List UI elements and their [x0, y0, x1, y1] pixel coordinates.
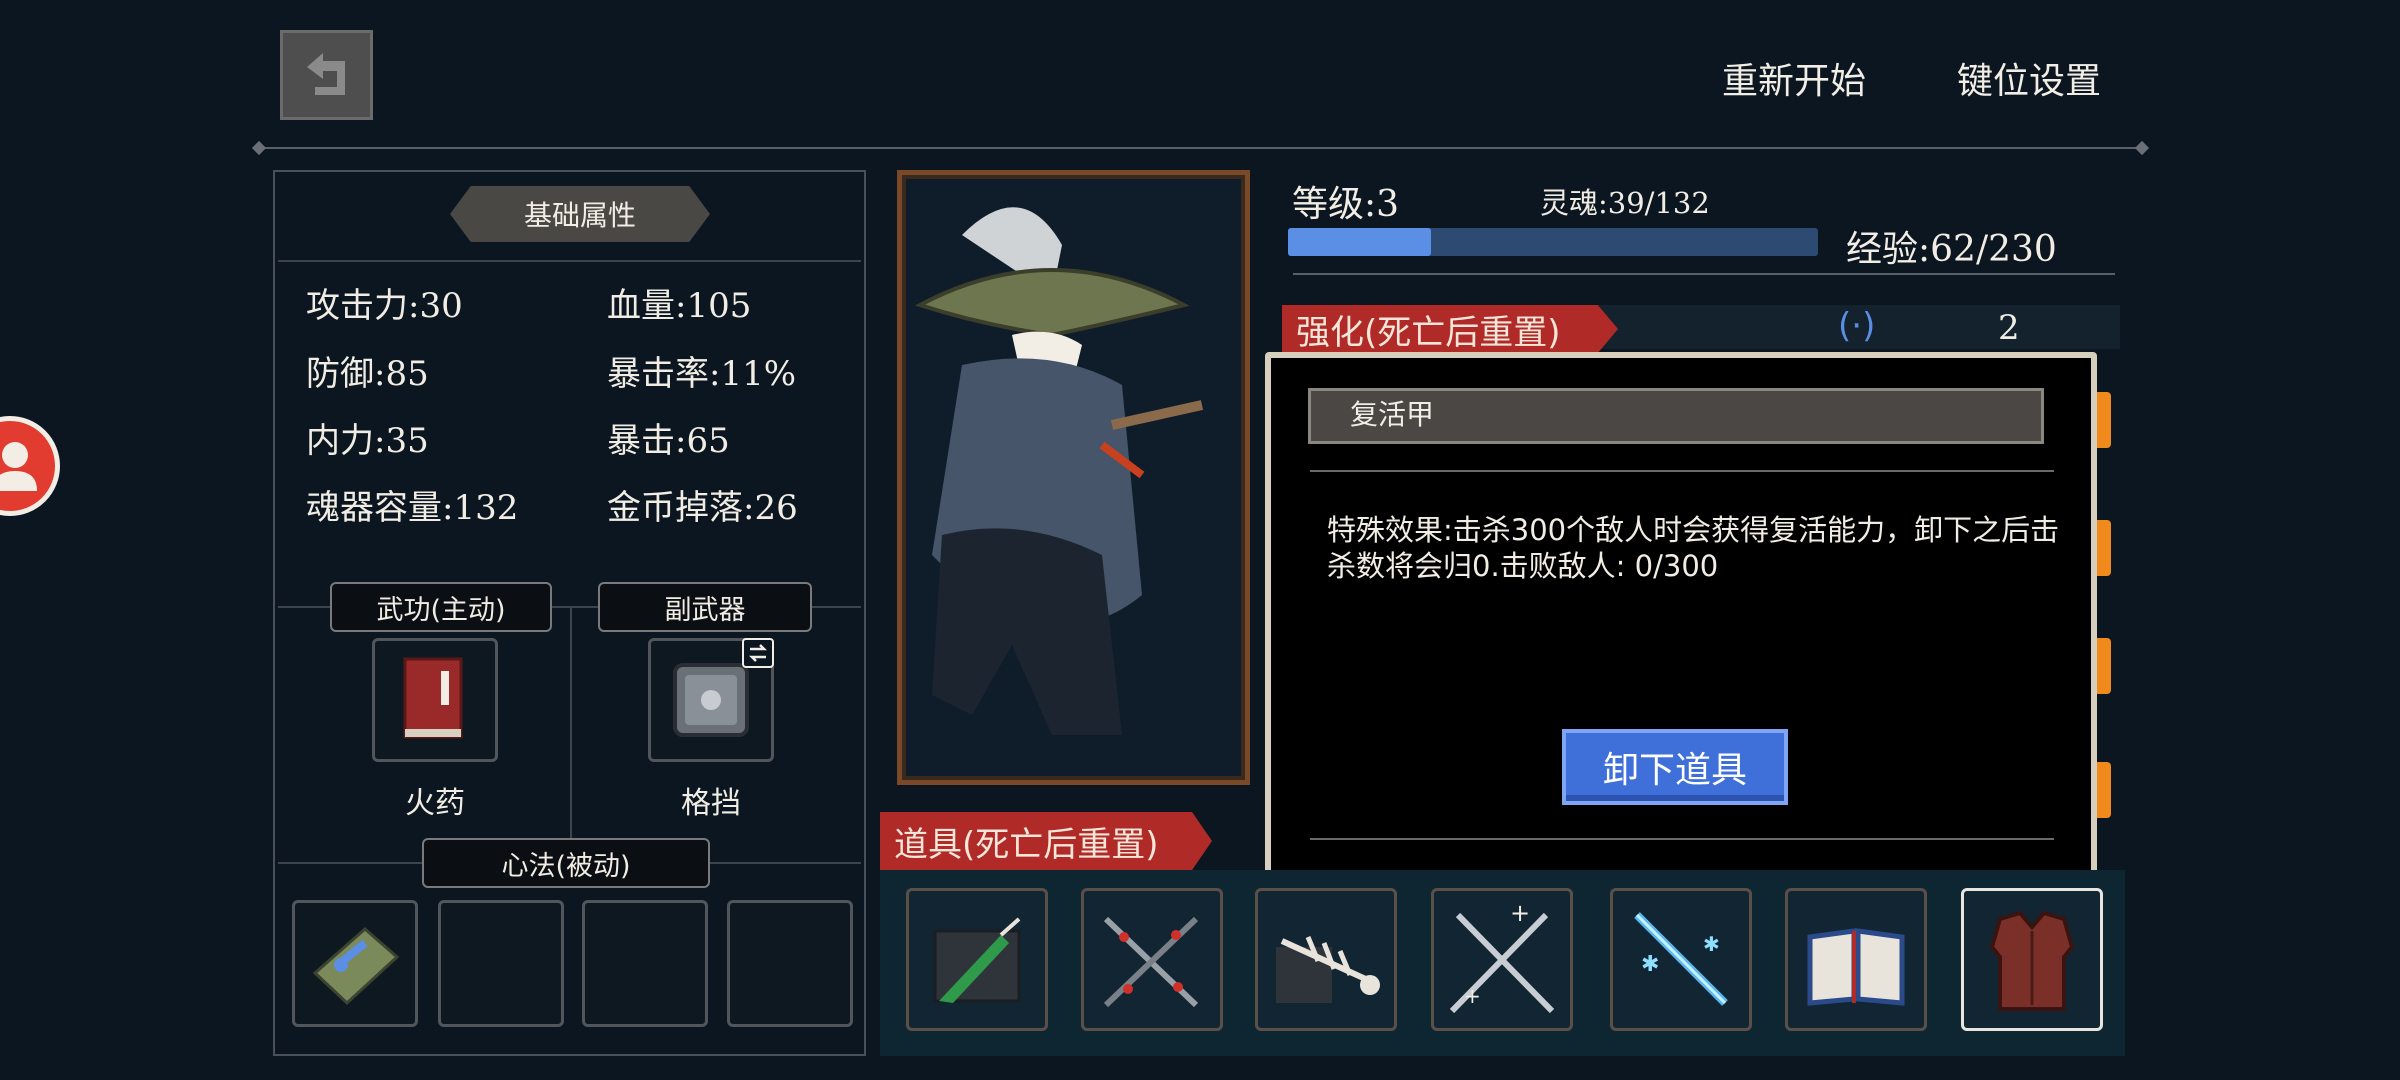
svg-text:+: +: [1510, 899, 1530, 927]
feather-book-icon: [933, 917, 1021, 1003]
fish-bone-icon: [1276, 936, 1380, 1003]
unequip-button[interactable]: 卸下道具: [1562, 729, 1788, 805]
stat-gold-drop: 金币掉落:26: [607, 488, 798, 528]
stats-divider: [1293, 273, 2115, 275]
stat-hp: 血量:105: [607, 286, 752, 326]
back-button[interactable]: [280, 30, 373, 120]
divider-end-right: [2134, 140, 2150, 156]
side-avatar-button[interactable]: [0, 416, 60, 516]
svg-text:✱: ✱: [1641, 952, 1659, 977]
passive-slot-4[interactable]: [727, 900, 853, 1027]
martial-arts-label: 武功(主动): [330, 582, 552, 632]
crossed-swords-sparkle-icon: + +: [1449, 899, 1555, 1014]
player-level: 等级:3: [1292, 184, 1400, 225]
slots-vertical-divider: [570, 606, 572, 844]
enhance-orange-tab-2[interactable]: [2097, 520, 2111, 576]
enhance-orange-tab-4[interactable]: [2097, 762, 2111, 818]
swap-icon[interactable]: [742, 638, 774, 668]
item-slot-6[interactable]: [1785, 888, 1927, 1031]
enhance-orange-tab-1[interactable]: [2097, 392, 2111, 448]
secondary-weapon-item-name: 格挡: [681, 786, 741, 821]
wrench-manual-icon: [312, 927, 400, 1006]
enhance-orange-tab-3[interactable]: [2097, 638, 2111, 694]
crossed-swords-red-icon: [1103, 916, 1199, 1008]
passive-skills-label: 心法(被动): [422, 838, 710, 888]
tooltip-divider-bottom: [1310, 838, 2054, 840]
player-xp: 经验:62/230: [1846, 229, 2057, 270]
svg-text:+: +: [1464, 984, 1481, 1008]
person-icon: [0, 442, 37, 491]
restart-button[interactable]: 重新开始: [1722, 52, 1866, 104]
tooltip-title: 复活甲: [1350, 398, 1435, 431]
item-slot-3[interactable]: [1255, 888, 1397, 1031]
passive-slot-1[interactable]: [292, 900, 418, 1027]
passive-slot-3[interactable]: [582, 900, 708, 1027]
stat-crit-damage: 暴击:65: [607, 421, 730, 461]
tooltip-description: 特殊效果:击杀300个敌人时会获得复活能力，卸下之后击杀数将会归0.击败敌人: …: [1327, 513, 2060, 583]
secondary-weapon-label: 副武器: [598, 582, 812, 632]
attributes-header: 基础属性: [450, 186, 710, 242]
item-slot-5[interactable]: ✱ ✱: [1610, 888, 1752, 1031]
character-portrait: [897, 170, 1250, 785]
ice-sword-icon: ✱ ✱: [1634, 912, 1728, 1006]
stat-defense: 防御:85: [306, 354, 429, 394]
items-tab[interactable]: 道具(死亡后重置): [880, 812, 1212, 870]
martial-arts-item-name: 火药: [405, 786, 465, 821]
stat-soul-capacity: 魂器容量:132: [306, 488, 519, 528]
divider-end-left: [251, 140, 267, 156]
item-slot-1[interactable]: [906, 888, 1048, 1031]
gunpowder-book-icon: [403, 657, 463, 739]
martial-arts-slot[interactable]: [372, 638, 498, 762]
signal-icon: (·): [1838, 306, 1876, 346]
top-divider: [258, 147, 2140, 149]
xp-bar-fill: [1288, 228, 1431, 256]
back-arrow-icon: [306, 53, 345, 95]
item-slot-4[interactable]: + +: [1431, 888, 1573, 1031]
swordsman-figure: [914, 207, 1204, 735]
stat-inner-power: 内力:35: [306, 421, 429, 461]
stat-crit-rate: 暴击率:11%: [607, 354, 797, 394]
passive-slot-2[interactable]: [438, 900, 564, 1027]
attributes-divider: [278, 260, 861, 262]
open-book-icon: [1807, 928, 1905, 1006]
armor-vest-icon: [1989, 910, 2075, 1011]
item-slot-7[interactable]: [1961, 888, 2103, 1031]
enhance-count: 2: [1998, 308, 2020, 348]
item-slot-2[interactable]: [1081, 888, 1223, 1031]
enhance-tab[interactable]: 强化(死亡后重置): [1282, 305, 1618, 353]
player-soul: 灵魂:39/132: [1540, 186, 1710, 220]
keybind-settings-button[interactable]: 键位设置: [1957, 52, 2101, 104]
stat-attack: 攻击力:30: [306, 286, 463, 326]
tooltip-divider-top: [1310, 470, 2054, 472]
svg-text:✱: ✱: [1703, 932, 1720, 956]
